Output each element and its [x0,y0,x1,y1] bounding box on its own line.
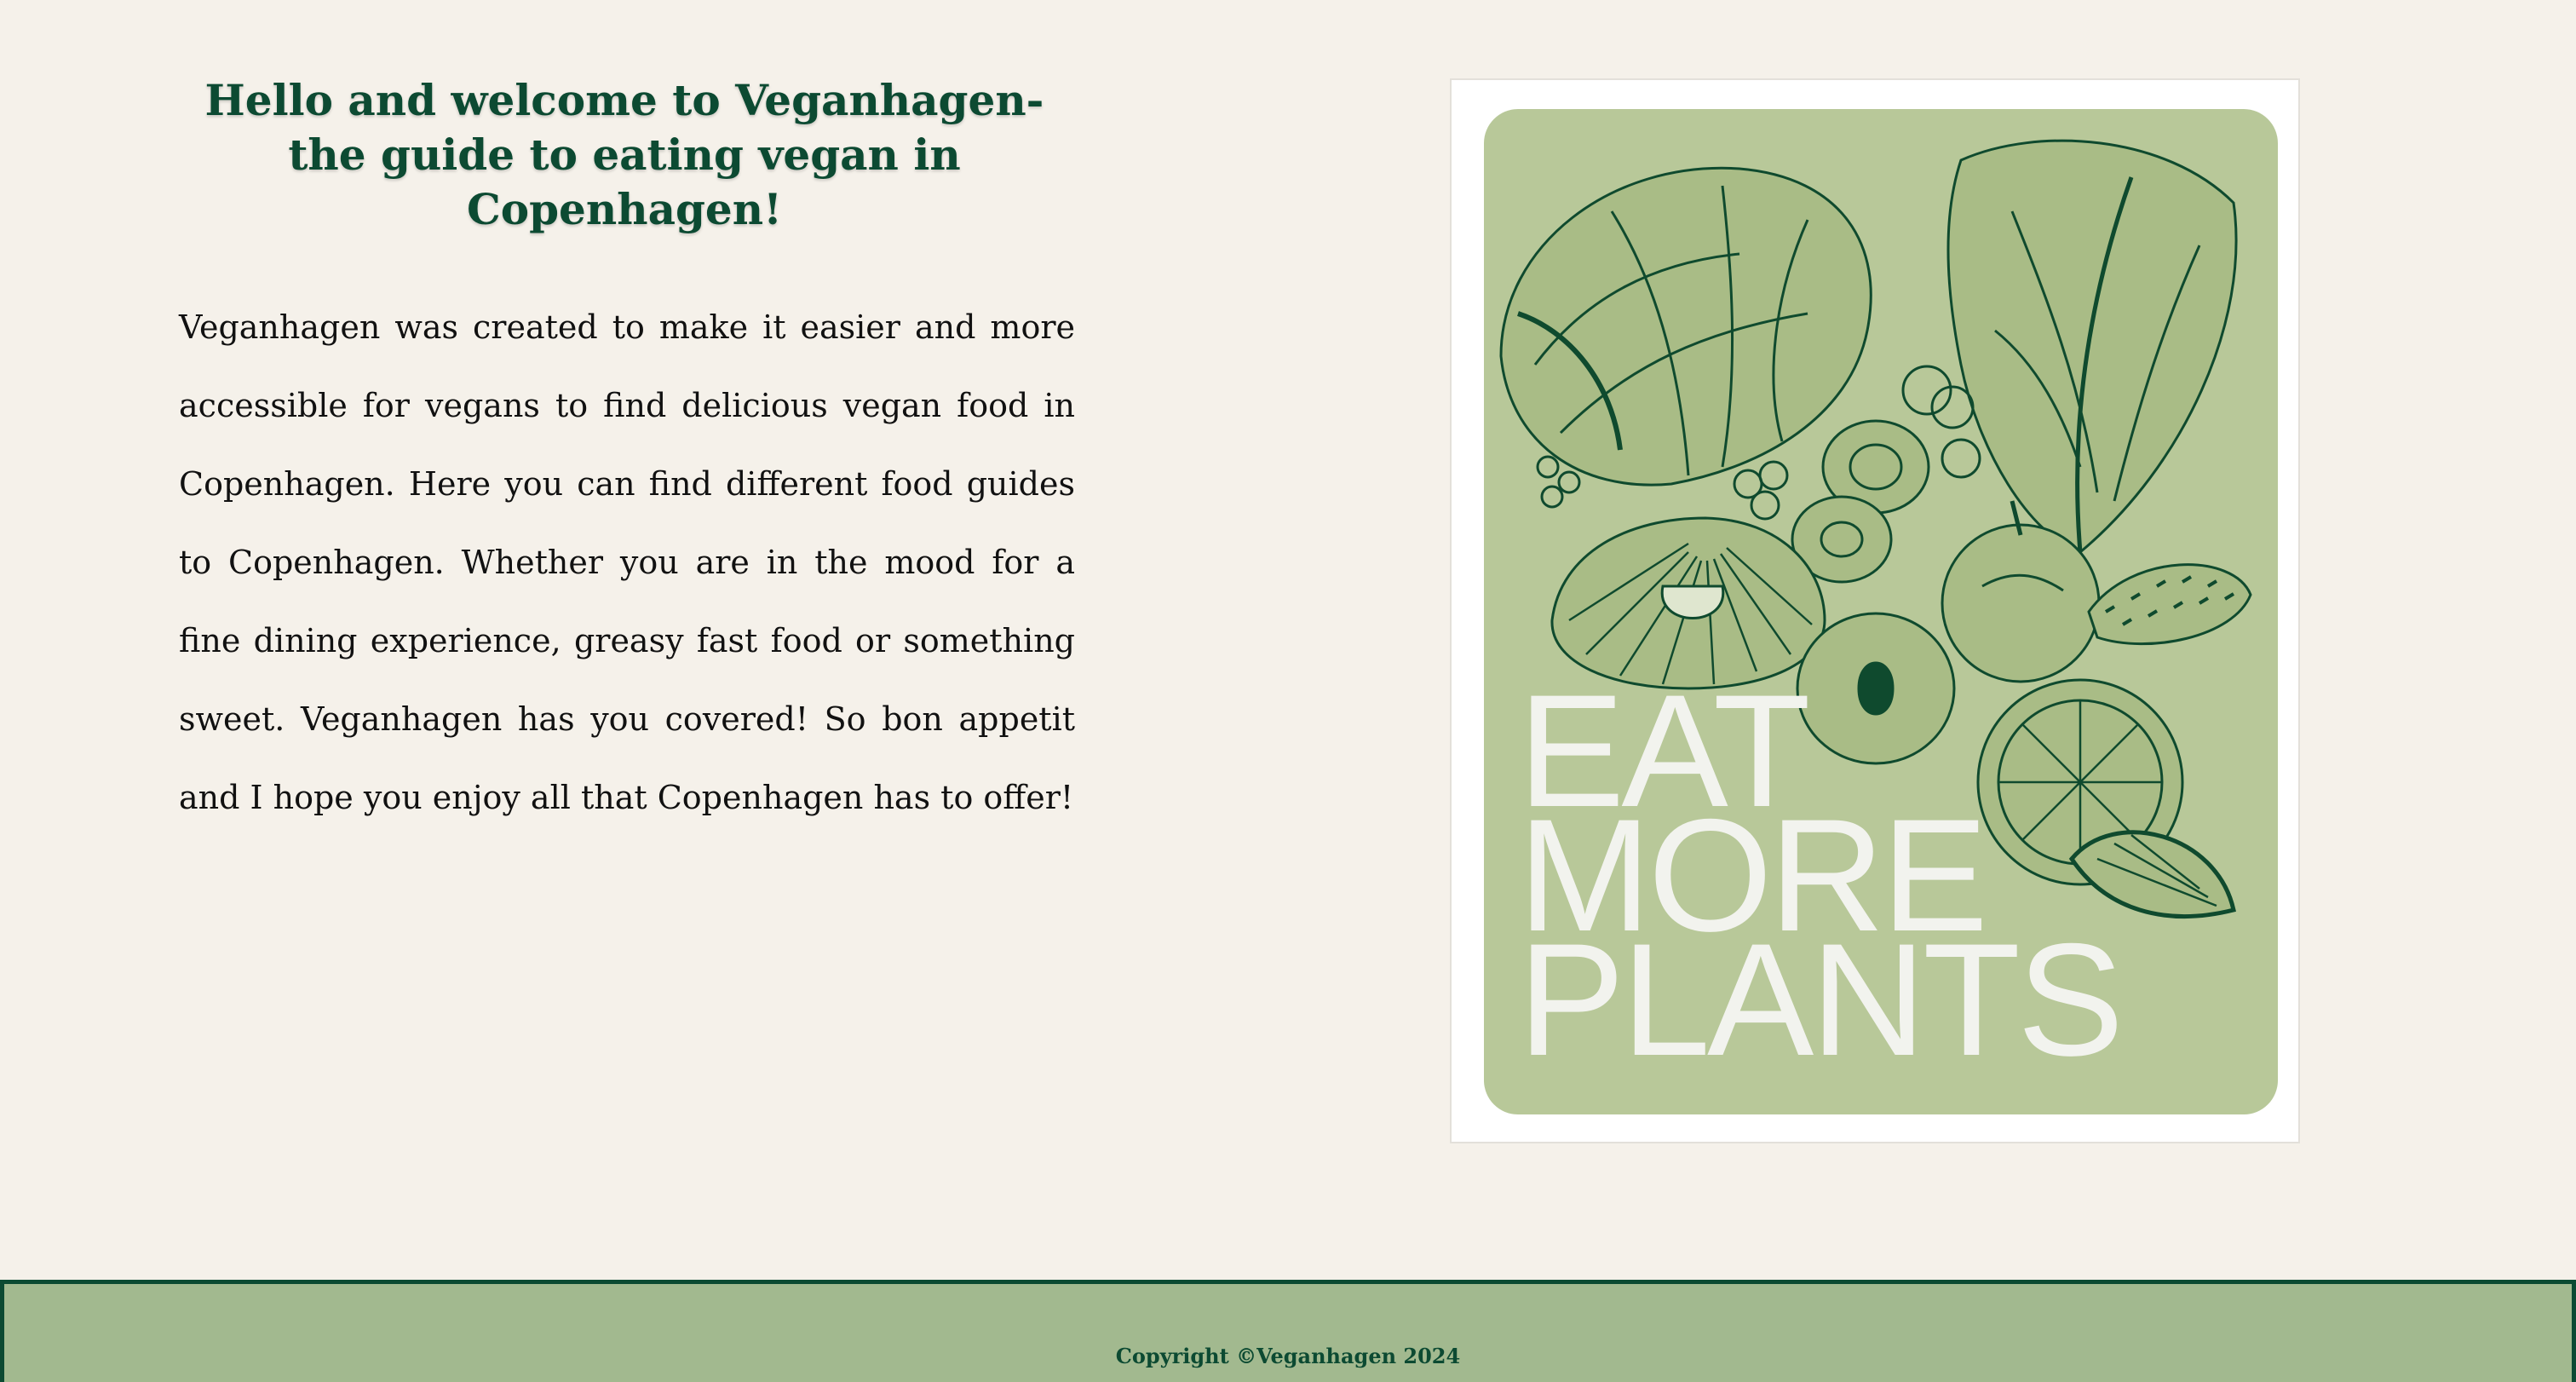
intro-paragraph: Veganhagen was created to make it easier… [179,308,1075,816]
poster-image: EAT MORE PLANTS [1450,78,2300,1143]
site-footer: Copyright ©Veganhagen 2024 [0,1280,2576,1382]
poster-slogan: EAT MORE PLANTS [1518,671,2124,1089]
page-title: Hello and welcome to Veganhagen- the gui… [204,75,1044,234]
poster-line-plants: PLANTS [1518,910,2124,1089]
eat-more-plants-poster: EAT MORE PLANTS [1484,109,2278,1114]
intro-section: Hello and welcome to Veganhagen- the gui… [172,73,1077,837]
copyright-text: Copyright ©Veganhagen 2024 [1115,1344,1461,1368]
